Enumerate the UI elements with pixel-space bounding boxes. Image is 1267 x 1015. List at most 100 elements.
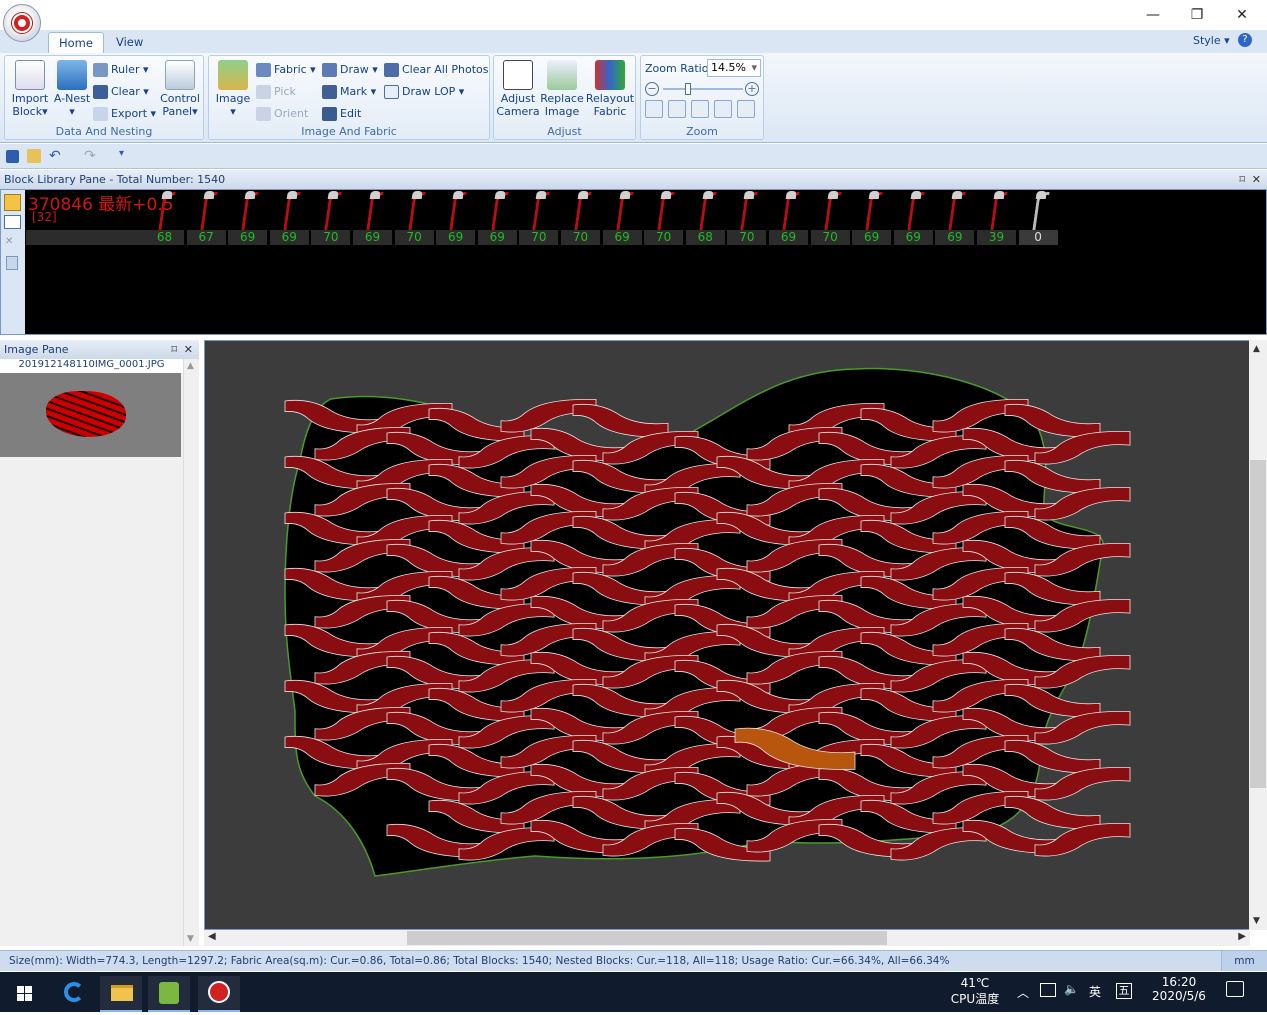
horizontal-scrollbar[interactable]: ◀ ▶ — [204, 930, 1250, 946]
file-explorer-icon[interactable] — [100, 976, 142, 1012]
export-button[interactable]: Export ▾ — [93, 104, 156, 123]
pin-icon[interactable]: ⌑ — [1239, 170, 1245, 189]
block-item[interactable]: 69 — [935, 190, 976, 246]
list-icon[interactable] — [4, 215, 21, 229]
pick-button[interactable]: Pick — [256, 82, 296, 101]
zoom-fit-icon[interactable] — [645, 100, 663, 118]
ime-language[interactable]: 英 — [1089, 983, 1101, 1000]
block-item[interactable]: 70 — [561, 190, 601, 246]
vscroll-up-icon[interactable]: ▲ — [1253, 344, 1260, 354]
anest-button[interactable]: A-Nest ▾ — [52, 60, 92, 118]
ruler-button[interactable]: Ruler ▾ — [93, 60, 149, 79]
maximize-button[interactable]: ❐ — [1187, 6, 1207, 24]
block-item[interactable]: 70 — [810, 190, 851, 246]
app-green-icon[interactable] — [148, 976, 190, 1012]
delete-block-icon[interactable]: ✕ — [5, 236, 19, 248]
zoom-plus-icon[interactable] — [737, 100, 755, 118]
tab-home[interactable]: Home — [48, 32, 104, 54]
mark-button[interactable]: Mark ▾ — [322, 82, 376, 101]
image-pane-pin-icon[interactable]: ⌑ — [171, 340, 177, 359]
open-icon[interactable] — [27, 149, 41, 163]
hscroll-left-icon[interactable]: ◀ — [208, 931, 216, 942]
block-item[interactable]: 69 — [893, 190, 934, 246]
zoom-slider-track[interactable] — [663, 83, 743, 95]
block-item[interactable]: 69 — [353, 190, 393, 246]
settings-block-icon[interactable] — [6, 256, 18, 270]
block-first[interactable]: 370846 最新+0.5 [32] — [26, 190, 174, 246]
block-item[interactable]: 69 — [436, 190, 477, 246]
block-item[interactable]: 69 — [602, 190, 643, 246]
import-block-button[interactable]: Import Block▾ — [8, 60, 52, 118]
image-pane-close-icon[interactable]: ✕ — [184, 340, 193, 359]
notification-icon[interactable] — [1226, 981, 1244, 997]
start-button[interactable] — [2, 976, 44, 1012]
style-menu[interactable]: Style ▾ — [1193, 34, 1230, 47]
draw-lop-button[interactable]: Draw LOP ▾ — [384, 82, 464, 101]
save-icon[interactable] — [6, 150, 19, 163]
close-pane-icon[interactable]: ✕ — [1252, 170, 1261, 189]
zoom-slider-knob[interactable] — [685, 83, 692, 95]
image-file-name[interactable]: 201912148110IMG_0001.JPG — [0, 359, 183, 373]
replace-image-button[interactable]: Replace Image — [540, 60, 584, 118]
block-item[interactable]: 69 — [228, 190, 269, 246]
block-item[interactable]: 69 — [769, 190, 809, 246]
horizontal-scroll-thumb[interactable] — [407, 931, 887, 945]
nesting-canvas[interactable] — [204, 340, 1250, 930]
tray-expand-icon[interactable]: ︿ — [1017, 984, 1029, 1001]
block-item[interactable]: 69 — [477, 190, 518, 246]
application-menu-button[interactable] — [3, 4, 41, 42]
vscroll-down-icon[interactable]: ▼ — [1253, 916, 1260, 926]
unit-indicator[interactable]: mm — [1221, 951, 1267, 971]
block-item[interactable]: 70 — [519, 190, 560, 246]
zoom-actual-icon[interactable] — [691, 100, 709, 118]
vertical-scrollbar[interactable]: ▲ ▼ — [1249, 340, 1267, 930]
block-item[interactable]: 69 — [269, 190, 310, 246]
customize-qat-icon[interactable]: ▾ — [119, 148, 124, 159]
clear-button[interactable]: Clear ▾ — [93, 82, 149, 101]
edge-browser-icon[interactable] — [52, 976, 94, 1012]
block-item[interactable]: 68 — [685, 190, 726, 246]
ime-mode[interactable]: 五 — [1116, 983, 1132, 999]
redo-icon[interactable]: ↷ — [84, 148, 96, 164]
zoom-out-icon[interactable]: − — [645, 82, 659, 96]
close-button[interactable]: ✕ — [1232, 6, 1252, 24]
control-panel-button[interactable]: Control Panel▾ — [157, 60, 203, 118]
block-item[interactable]: 0 — [1018, 190, 1059, 246]
zoom-window-icon[interactable] — [668, 100, 686, 118]
tab-view[interactable]: View — [106, 32, 153, 53]
relayout-fabric-button[interactable]: Relayout Fabric — [585, 60, 635, 118]
volume-icon[interactable]: 🔈 — [1064, 982, 1079, 996]
block-item[interactable]: 70 — [727, 190, 768, 246]
scroll-down-icon[interactable]: ▼ — [187, 934, 194, 944]
fabric-button[interactable]: Fabric ▾ — [256, 60, 316, 79]
scroll-up-icon[interactable]: ▲ — [187, 361, 194, 371]
draw-button[interactable]: Draw ▾ — [322, 60, 378, 79]
block-item[interactable]: 70 — [311, 190, 352, 246]
nested-piece[interactable] — [572, 403, 669, 438]
block-item[interactable]: 70 — [644, 190, 685, 246]
nesting-app-taskbar-icon[interactable] — [198, 976, 240, 1012]
hscroll-right-icon[interactable]: ▶ — [1238, 931, 1246, 942]
minimize-button[interactable]: — — [1143, 6, 1163, 24]
lightning-icon[interactable] — [4, 194, 21, 211]
zoom-minus-icon[interactable] — [714, 100, 732, 118]
image-button[interactable]: Image ▾ — [213, 60, 253, 118]
clock[interactable]: 16:20 2020/5/6 — [1148, 975, 1210, 1003]
network-icon[interactable] — [1040, 983, 1056, 997]
edit-button[interactable]: Edit — [322, 104, 361, 123]
zoom-in-icon[interactable]: + — [745, 82, 759, 96]
image-pane-scrollbar[interactable]: ▲ ▼ — [183, 359, 199, 946]
clear-all-photos-button[interactable]: Clear All Photos — [384, 60, 489, 79]
block-item[interactable]: 70 — [394, 190, 435, 246]
undo-icon[interactable]: ↶ — [49, 148, 61, 164]
image-thumbnail[interactable] — [0, 373, 181, 457]
adjust-camera-button[interactable]: Adjust Camera — [496, 60, 540, 118]
help-icon[interactable]: ? — [1238, 33, 1252, 47]
block-item[interactable]: 67 — [186, 190, 227, 246]
block-item[interactable]: 39 — [977, 190, 1017, 246]
block-item[interactable]: 68 — [145, 190, 185, 246]
vertical-scroll-thumb[interactable] — [1250, 460, 1266, 788]
orient-button[interactable]: Orient — [256, 104, 308, 123]
zoom-ratio-select[interactable]: 14.5% ▾ — [707, 59, 761, 77]
block-item[interactable]: 69 — [852, 190, 893, 246]
